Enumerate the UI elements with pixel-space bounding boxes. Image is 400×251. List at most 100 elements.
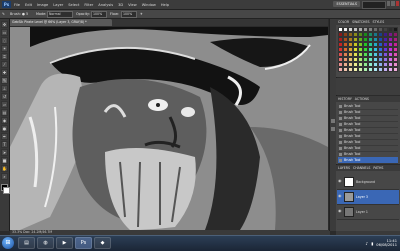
menu-3d[interactable]: 3D xyxy=(118,3,123,7)
document-tab[interactable]: GebSik Pirate Level @ 66% (Layer 3, GRAY… xyxy=(10,19,112,26)
history-item-selected[interactable]: Brush Tool xyxy=(338,157,398,164)
layer-name: Background xyxy=(356,180,376,184)
workspace-switcher[interactable]: ESSENTIALS xyxy=(333,1,360,7)
minimize-icon[interactable] xyxy=(386,1,390,6)
pen-icon[interactable]: ✒ xyxy=(1,133,8,140)
path-select-icon[interactable]: ➤ xyxy=(1,149,8,156)
clock-date: 06/08/2011 xyxy=(376,243,397,247)
menu-bar: Ps File Edit Image Layer Select Filter A… xyxy=(0,0,400,10)
eraser-icon[interactable]: ▱ xyxy=(1,101,8,108)
opacity-label: Opacity: xyxy=(76,12,90,16)
brush-tool-icon xyxy=(339,140,342,144)
airbrush-icon[interactable]: ✈ xyxy=(140,11,143,17)
tab-channels[interactable]: CHANNELS xyxy=(353,166,370,170)
brush-tool-icon xyxy=(339,152,342,156)
healing-icon[interactable]: ✚ xyxy=(1,69,8,76)
brush-tool-icon xyxy=(339,158,342,162)
menu-select[interactable]: Select xyxy=(68,3,79,7)
clone-stamp-icon[interactable]: ⊥ xyxy=(1,85,8,92)
menu-help[interactable]: Help xyxy=(161,3,169,7)
flow-label: Flow: xyxy=(110,12,119,16)
brush-size: 5 xyxy=(26,12,29,16)
swatch-grid xyxy=(338,27,398,73)
tab-paths[interactable]: PATHS xyxy=(373,166,383,170)
taskbar-browser-icon[interactable]: ◍ xyxy=(37,237,54,249)
opacity-field[interactable]: 100% xyxy=(91,11,107,18)
eyedropper-icon[interactable]: ⁄ xyxy=(1,61,8,68)
search-input[interactable] xyxy=(362,1,386,9)
layer-thumbnail xyxy=(344,177,354,187)
tab-swatches[interactable]: SWATCHES xyxy=(352,20,369,24)
taskbar-app-icon[interactable]: ◆ xyxy=(94,237,111,249)
close-icon[interactable] xyxy=(395,1,399,6)
lasso-tool-icon[interactable]: ◌ xyxy=(1,37,8,44)
background-color-swatch[interactable] xyxy=(3,187,10,194)
menu-filter[interactable]: Filter xyxy=(84,3,93,7)
layer-row[interactable]: ◉ Layer 1 xyxy=(337,205,399,220)
brush-tool-icon xyxy=(339,128,342,132)
brush-tool-icon[interactable]: ✎ xyxy=(2,11,5,17)
crop-tool-icon[interactable]: ⌗ xyxy=(1,53,8,60)
eye-icon[interactable]: ◉ xyxy=(338,194,342,198)
panel-brushes-icon[interactable] xyxy=(331,127,335,131)
hand-icon[interactable]: ✋ xyxy=(1,165,8,172)
photoshop-logo-icon: Ps xyxy=(2,1,11,8)
layer-name: Layer 1 xyxy=(356,210,368,214)
main-menu: File Edit Image Layer Select Filter Anal… xyxy=(14,0,169,9)
tab-actions[interactable]: ACTIONS xyxy=(355,97,369,101)
taskbar-media-icon[interactable]: ▶ xyxy=(56,237,73,249)
tab-color[interactable]: COLOR xyxy=(338,20,349,24)
pirate-artwork xyxy=(10,27,328,230)
menu-window[interactable]: Window xyxy=(142,3,156,7)
flow-field[interactable]: 100% xyxy=(121,11,137,18)
mode-select[interactable]: Normal xyxy=(47,11,73,18)
layer-row-selected[interactable]: ◉ Layer 3 xyxy=(337,190,399,205)
blur-icon[interactable]: ◆ xyxy=(1,117,8,124)
brush-tool-icon[interactable]: ✎ xyxy=(1,77,8,84)
brush-preset-picker[interactable]: ● 5 xyxy=(22,11,28,17)
taskbar-photoshop-icon[interactable]: Ps xyxy=(75,237,92,249)
brush-tool-icon xyxy=(339,104,342,108)
marquee-tool-icon[interactable]: ▭ xyxy=(1,29,8,36)
brush-label: Brush: xyxy=(10,12,21,16)
wand-tool-icon[interactable]: ✶ xyxy=(1,45,8,52)
tab-styles[interactable]: STYLES xyxy=(372,20,384,24)
layers-panel-tabs: LAYERS CHANNELS PATHS xyxy=(336,165,400,171)
color-swatch[interactable] xyxy=(393,67,398,72)
brush-tool-icon xyxy=(339,110,342,114)
menu-edit[interactable]: Edit xyxy=(25,3,32,7)
windows-start-icon[interactable]: ⊞ xyxy=(2,237,14,249)
dodge-icon[interactable]: ● xyxy=(1,125,8,132)
zoom-icon[interactable]: ⌕ xyxy=(1,173,8,180)
history-panel-tabs: HISTORY ACTIONS xyxy=(336,96,400,102)
document-canvas[interactable] xyxy=(10,27,328,230)
taskbar-explorer-icon[interactable]: ▤ xyxy=(18,237,35,249)
history-brush-icon[interactable]: ↺ xyxy=(1,93,8,100)
menu-file[interactable]: File xyxy=(14,3,20,7)
shape-icon[interactable]: ■ xyxy=(1,157,8,164)
menu-view[interactable]: View xyxy=(128,3,137,7)
move-tool-icon[interactable]: ✥ xyxy=(1,21,8,28)
gradient-icon[interactable]: ▤ xyxy=(1,109,8,116)
layer-row[interactable]: ◉ Background xyxy=(337,175,399,190)
panel-history-icon[interactable] xyxy=(331,119,335,123)
tab-layers[interactable]: LAYERS xyxy=(338,166,350,170)
mode-label: Mode: xyxy=(36,12,47,16)
layer-thumbnail xyxy=(344,192,354,202)
eye-icon[interactable]: ◉ xyxy=(338,179,342,183)
maximize-icon[interactable] xyxy=(391,1,395,6)
layers-panel: LAYERS CHANNELS PATHS ◉ Background ◉ Lay… xyxy=(336,165,400,231)
clock[interactable]: 11:41 06/08/2011 xyxy=(376,239,397,248)
brush-tool-icon xyxy=(339,116,342,120)
brush-tool-icon xyxy=(339,122,342,126)
menu-layer[interactable]: Layer xyxy=(53,3,63,7)
menu-analysis[interactable]: Analysis xyxy=(98,3,113,7)
volume-icon[interactable]: ♪ xyxy=(366,241,369,246)
tab-history[interactable]: HISTORY xyxy=(338,97,352,101)
eye-icon[interactable]: ◉ xyxy=(338,209,342,213)
network-icon[interactable]: ▮ xyxy=(371,241,373,246)
history-panel: HISTORY ACTIONS Brush Tool Brush Tool Br… xyxy=(336,96,400,164)
menu-image[interactable]: Image xyxy=(37,3,48,7)
type-icon[interactable]: T xyxy=(1,141,8,148)
windows-taskbar: ⊞ ▤ ◍ ▶ Ps ◆ ♪ ▮ 11:41 06/08/2011 xyxy=(0,235,400,251)
